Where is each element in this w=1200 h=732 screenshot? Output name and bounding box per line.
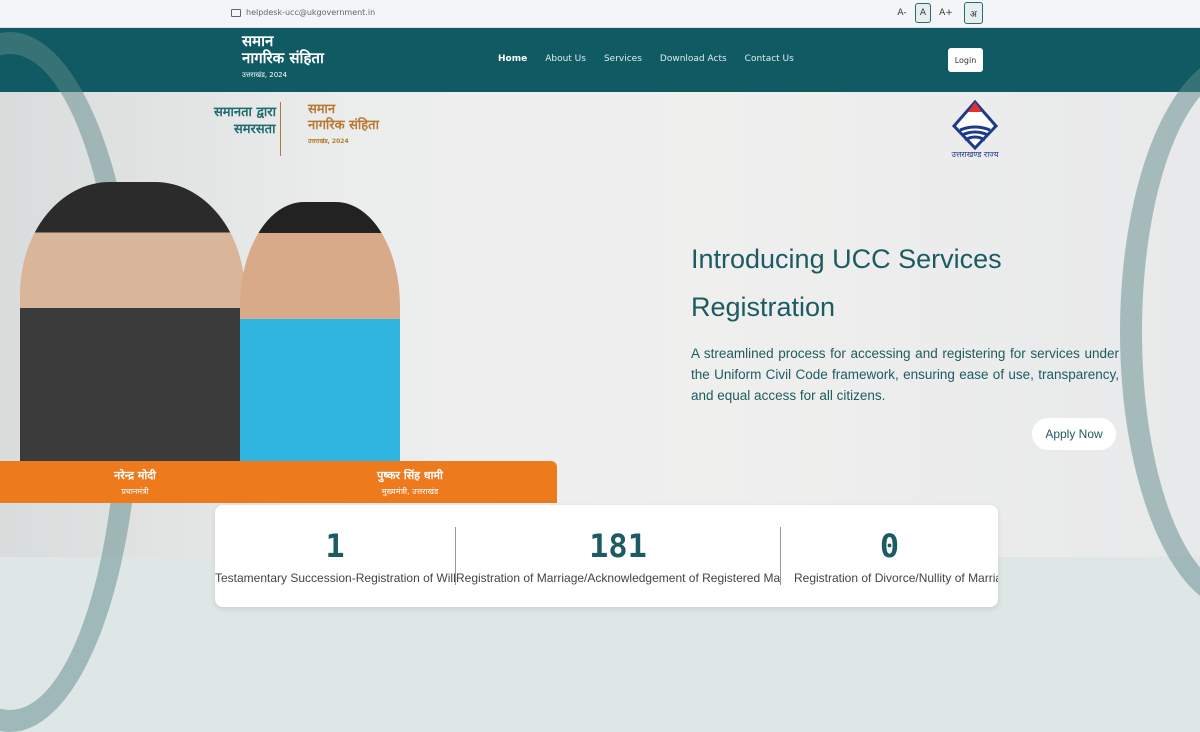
logo-line3: उत्तराखंड, 2024 (242, 71, 288, 79)
divider (280, 102, 281, 156)
brand-line1: समान (308, 102, 336, 117)
stat-label: Registration of Divorce/Nullity of Marri… (794, 571, 998, 585)
leaders-nameplate: नरेन्द्र मोदी प्रधानमंत्री पुष्कर सिंह धा… (0, 461, 557, 503)
stat-label: Testamentary Succession-Registration of … (215, 571, 455, 585)
logo-line1: समान (242, 32, 274, 50)
login-button[interactable]: Login (948, 48, 983, 72)
brand-line3: उत्तराखंड, 2024 (308, 138, 349, 145)
navbar: समान नागरिक संहिता उत्तराखंड, 2024 Home Ab… (0, 28, 1200, 92)
pm-title: प्रधानमंत्री (121, 487, 149, 496)
font-normal-button[interactable]: A (915, 3, 931, 23)
hero-title: Introducing UCC Services Registration (691, 235, 1002, 331)
stat-value: 0 (879, 527, 900, 565)
stat-will: 1 Testamentary Succession-Registration of… (215, 505, 455, 607)
ucc-brand: समान नागरिक संहिता उत्तराखंड, 2024 (308, 102, 379, 150)
cm-title: मुख्यमंत्री, उत्तराखंड (381, 487, 439, 496)
stats-card: 1 Testamentary Succession-Registration of… (215, 505, 998, 607)
nav-contact-us[interactable]: Contact Us (745, 54, 794, 64)
decorative-arc (1120, 52, 1200, 612)
helpdesk-email[interactable]: helpdesk-ucc@ukgovernment.in (231, 8, 375, 17)
nav-services[interactable]: Services (604, 54, 642, 64)
stat-divorce: 0 Registration of Divorce/Nullity of Marr… (781, 505, 998, 607)
hero-banner: समानता द्वारा समरसता समान नागरिक संहिता उत्… (0, 32, 1200, 732)
ucc-logo[interactable]: समान नागरिक संहिता उत्तराखंड, 2024 (232, 33, 324, 84)
logo-line2: नागरिक संहिता (242, 49, 324, 67)
font-decrease-button[interactable]: A- (894, 3, 910, 23)
tagline-line1: समानता द्वारा (214, 105, 276, 120)
nav-home[interactable]: Home (498, 54, 527, 64)
stat-value: 181 (589, 527, 647, 565)
stat-label: Registration of Marriage/Acknowledgement… (456, 571, 780, 585)
tagline: समानता द्वारा समरसता (214, 104, 276, 138)
pm-name-text: नरेन्द्र मोदी (114, 469, 156, 482)
stat-marriage: 181 Registration of Marriage/Acknowledgem… (456, 505, 780, 607)
pm-photo (20, 182, 245, 462)
tagline-line2: समरसता (234, 122, 276, 137)
pm-name: नरेन्द्र मोदी प्रधानमंत्री (85, 468, 185, 497)
cm-name: पुष्कर सिंह धामी मुख्यमंत्री, उत्तराखंड (340, 468, 480, 497)
hero-title-line1: Introducing UCC Services (691, 244, 1002, 274)
brand-line2: नागरिक संहिता (308, 118, 379, 133)
language-toggle[interactable]: अ (964, 2, 983, 24)
hero-description: A streamlined process for accessing and … (691, 346, 1119, 403)
cm-name-text: पुष्कर सिंह धामी (377, 469, 443, 482)
nav-about-us[interactable]: About Us (545, 54, 586, 64)
uttarakhand-emblem (952, 99, 998, 150)
top-bar: helpdesk-ucc@ukgovernment.in A- A A+ अ (0, 0, 1200, 28)
cm-photo (240, 202, 400, 462)
nav-download-acts[interactable]: Download Acts (660, 54, 727, 64)
hero-title-line2: Registration (691, 292, 836, 322)
apply-now-button[interactable]: Apply Now (1032, 418, 1116, 450)
email-text: helpdesk-ucc@ukgovernment.in (246, 8, 376, 17)
main-menu: Home About Us Services Download Acts Con… (498, 54, 794, 64)
stat-value: 1 (325, 527, 345, 565)
state-label: उत्तराखण्ड राज्य (951, 150, 999, 159)
mail-icon (231, 8, 241, 17)
font-increase-button[interactable]: A+ (936, 3, 956, 23)
